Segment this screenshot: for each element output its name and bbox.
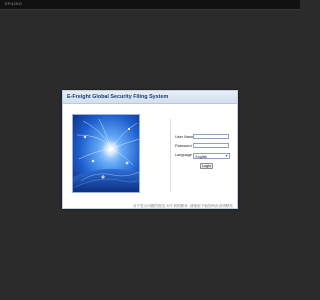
footer-note: 对于显示问题的报告:对于其他联系 ,请使用下面的网页说明联系 bbox=[132, 204, 233, 208]
password-input[interactable] bbox=[193, 143, 229, 148]
form-divider bbox=[170, 119, 171, 192]
login-window: E-Freight Global Security Filing System bbox=[62, 90, 238, 209]
chevron-down-icon[interactable]: ▾ bbox=[226, 154, 228, 158]
topbar-title: EFILING bbox=[5, 1, 22, 6]
password-label: Password bbox=[175, 144, 192, 148]
username-label: User Name bbox=[175, 135, 195, 139]
top-bar: EFILING bbox=[0, 0, 300, 10]
language-select[interactable]: English ▾ bbox=[193, 153, 230, 159]
login-button[interactable]: Login bbox=[200, 163, 213, 169]
username-input[interactable] bbox=[193, 134, 229, 139]
window-titlebar: E-Freight Global Security Filing System bbox=[63, 91, 237, 104]
banner-image bbox=[72, 114, 140, 193]
language-selected-value: English bbox=[195, 154, 208, 159]
language-label: Language bbox=[175, 153, 192, 157]
window-title: E-Freight Global Security Filing System bbox=[67, 94, 169, 100]
globe-network-illustration bbox=[73, 115, 139, 192]
